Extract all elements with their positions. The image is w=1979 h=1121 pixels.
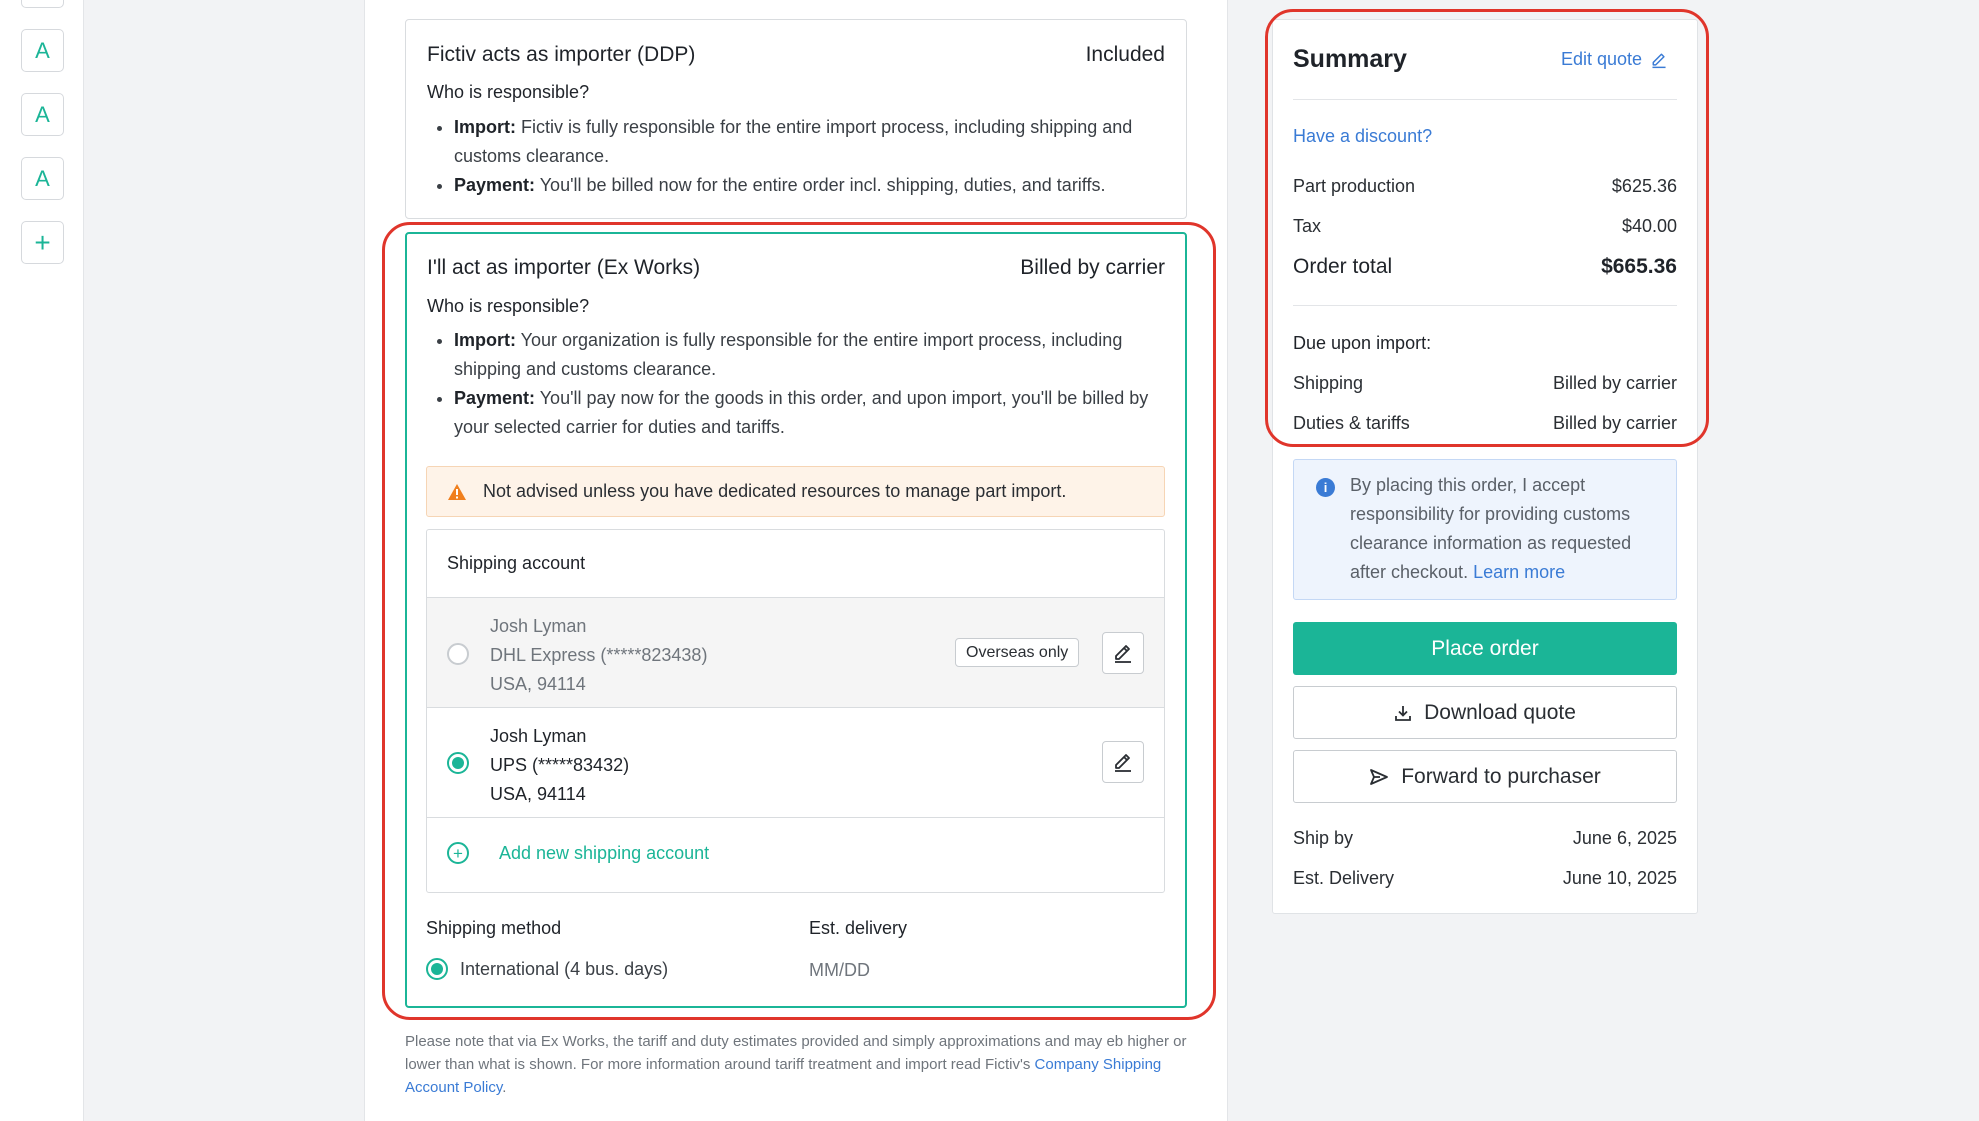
download-quote-button[interactable]: Download quote [1293, 686, 1677, 739]
shipping-account-box: Shipping account Josh Lyman DHL Express … [426, 529, 1165, 893]
duties-row: Duties & tariffs Billed by carrier [1293, 413, 1677, 434]
exworks-responsible-label: Who is responsible? [427, 296, 590, 316]
part-production-row: Part production $625.36 [1293, 176, 1677, 197]
ship-by-label: Ship by [1293, 828, 1354, 848]
summary-divider-top [1293, 99, 1677, 100]
import-warning: Not advised unless you have dedicated re… [426, 466, 1165, 517]
account-location: USA, 94114 [490, 784, 586, 804]
forward-label: Forward to purchaser [1401, 764, 1601, 788]
account-carrier: UPS (*****83432) [490, 755, 630, 775]
footnote-end: . [502, 1079, 507, 1096]
edit-quote-link[interactable]: Edit quote [1561, 49, 1668, 70]
place-order-button[interactable]: Place order [1293, 622, 1677, 675]
part-production-value: $625.36 [1611, 176, 1677, 196]
delivery-label: Est. Delivery [1293, 868, 1395, 888]
rail-button-a-1[interactable]: A [21, 29, 64, 72]
est-delivery-value: MM/DD [809, 960, 870, 980]
shipping-account-row-dhl[interactable]: Josh Lyman DHL Express (*****823438) USA… [427, 598, 1164, 708]
download-quote-label: Download quote [1424, 700, 1576, 724]
rail-button-a-2[interactable]: A [21, 93, 64, 136]
account-location: USA, 94114 [490, 674, 586, 694]
delivery-value: June 10, 2025 [1562, 868, 1677, 888]
overseas-only-badge: Overseas only [955, 638, 1080, 667]
duties-value: Billed by carrier [1552, 413, 1677, 433]
ddp-responsible-label: Who is responsible? [427, 82, 590, 102]
rail-button-a-3[interactable]: A [21, 157, 64, 200]
ddp-title: Fictiv acts as importer (DDP) [427, 43, 696, 66]
customs-info-box: i By placing this order, I accept respon… [1293, 459, 1677, 600]
account-details-dhl: Josh Lyman DHL Express (*****823438) USA… [490, 612, 707, 699]
account-details-ups: Josh Lyman UPS (*****83432) USA, 94114 [490, 722, 629, 809]
ship-by-value: June 6, 2025 [1572, 828, 1677, 848]
summary-title: Summary [1293, 45, 1407, 73]
rail-button-partial[interactable] [21, 0, 64, 8]
pencil-icon [1115, 754, 1131, 772]
tax-row: Tax $40.00 [1293, 216, 1677, 237]
pencil-icon [1652, 53, 1666, 68]
warning-text: Not advised unless you have dedicated re… [483, 481, 1067, 501]
shipping-account-row-ups[interactable]: Josh Lyman UPS (*****83432) USA, 94114 [427, 708, 1164, 818]
shipping-method-option[interactable]: International (4 bus. days) [426, 958, 668, 980]
exworks-import-item: Import: Your organization is fully respo… [454, 326, 1167, 384]
tax-value: $40.00 [1621, 216, 1677, 236]
warning-icon [448, 483, 466, 500]
forward-to-purchaser-button[interactable]: Forward to purchaser [1293, 750, 1677, 803]
est-delivery-label: Est. delivery [809, 918, 908, 938]
left-rail: A A A + [0, 0, 84, 1121]
order-total-label: Order total [1293, 255, 1393, 278]
account-name: Josh Lyman [490, 616, 587, 636]
part-production-label: Part production [1293, 176, 1416, 196]
due-upon-import-label: Due upon import: [1293, 333, 1432, 353]
duties-label: Duties & tariffs [1293, 413, 1410, 433]
shipping-label: Shipping [1293, 373, 1364, 393]
order-total-row: Order total $665.36 [1293, 255, 1677, 279]
send-icon [1370, 768, 1389, 785]
ddp-status: Included [1085, 43, 1165, 66]
add-shipping-account-link[interactable]: + Add new shipping account [447, 842, 709, 864]
exworks-footnote: Please note that via Ex Works, the tarif… [405, 1030, 1195, 1099]
learn-more-link[interactable]: Learn more [1473, 562, 1565, 582]
download-icon [1395, 705, 1412, 721]
tax-label: Tax [1293, 216, 1322, 236]
customs-info-text: By placing this order, I accept responsi… [1350, 475, 1632, 582]
shipping-method-radio[interactable] [426, 958, 448, 980]
shipping-method-value: International (4 bus. days) [460, 958, 669, 979]
ship-by-row: Ship by June 6, 2025 [1293, 828, 1677, 849]
rail-add-button[interactable]: + [21, 221, 64, 264]
edit-account-button-ups[interactable] [1102, 741, 1144, 783]
order-total-value: $665.36 [1601, 255, 1677, 278]
delivery-row: Est. Delivery June 10, 2025 [1293, 868, 1677, 889]
account-name: Josh Lyman [490, 726, 587, 746]
add-shipping-account-label: Add new shipping account [499, 842, 710, 863]
shipping-value: Billed by carrier [1552, 373, 1677, 393]
ddp-payment-item: Payment: You'll be billed now for the en… [454, 171, 1167, 200]
account-radio-ups[interactable] [447, 752, 469, 774]
exworks-responsibility-list: Import: Your organization is fully respo… [427, 326, 1167, 442]
info-icon: i [1316, 478, 1335, 497]
shipping-method-label: Shipping method [426, 918, 562, 938]
shipping-account-label: Shipping account [427, 530, 1164, 598]
ddp-responsibility-list: Import: Fictiv is fully responsible for … [427, 113, 1167, 200]
shipping-row: Shipping Billed by carrier [1293, 373, 1677, 394]
summary-divider-middle [1293, 305, 1677, 306]
plus-circle-icon: + [447, 842, 469, 864]
pencil-icon [1115, 645, 1131, 663]
ddp-import-item: Import: Fictiv is fully responsible for … [454, 113, 1167, 171]
account-carrier: DHL Express (*****823438) [490, 645, 708, 665]
discount-link[interactable]: Have a discount? [1293, 126, 1432, 147]
edit-quote-label: Edit quote [1561, 49, 1643, 69]
exworks-payment-item: Payment: You'll pay now for the goods in… [454, 384, 1167, 442]
edit-account-button-dhl[interactable] [1102, 632, 1144, 674]
exworks-title: I'll act as importer (Ex Works) [427, 256, 701, 279]
account-radio-dhl[interactable] [447, 643, 469, 665]
exworks-status: Billed by carrier [1020, 256, 1165, 279]
